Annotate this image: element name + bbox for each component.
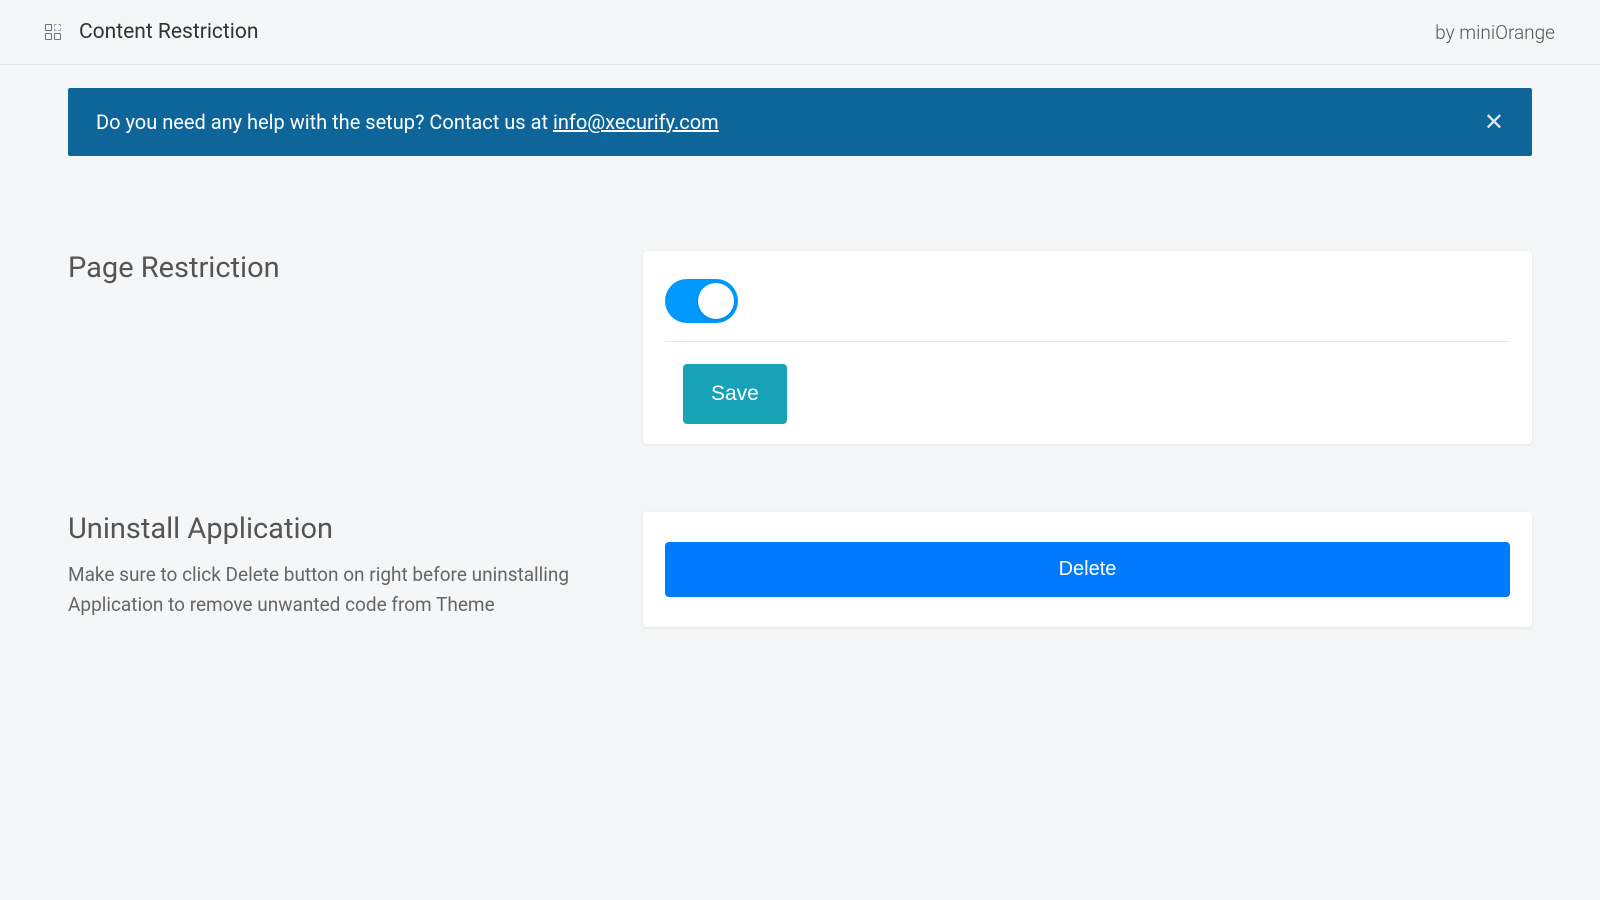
- help-banner: Do you need any help with the setup? Con…: [68, 88, 1532, 156]
- page-restriction-section: Page Restriction Save: [68, 251, 1532, 444]
- page-restriction-card: Save: [643, 251, 1532, 444]
- save-row: Save: [665, 342, 1510, 424]
- header-left: Content Restriction: [45, 20, 258, 44]
- uninstall-title: Uninstall Application: [68, 512, 603, 546]
- uninstall-description: Make sure to click Delete button on righ…: [68, 560, 603, 621]
- save-button[interactable]: Save: [683, 364, 787, 424]
- delete-button[interactable]: Delete: [665, 542, 1510, 597]
- uninstall-card: Delete: [643, 512, 1532, 627]
- help-banner-text: Do you need any help with the setup? Con…: [96, 110, 719, 134]
- page-restriction-title: Page Restriction: [68, 251, 603, 285]
- vendor-credit: by miniOrange: [1435, 21, 1555, 44]
- help-banner-prefix: Do you need any help with the setup? Con…: [96, 110, 553, 134]
- app-header: Content Restriction by miniOrange: [0, 0, 1600, 65]
- page-restriction-info: Page Restriction: [68, 251, 603, 444]
- close-icon[interactable]: ✕: [1484, 110, 1504, 134]
- app-title: Content Restriction: [79, 20, 258, 44]
- help-email-link[interactable]: info@xecurify.com: [553, 110, 719, 134]
- toggle-row: [665, 271, 1510, 342]
- toggle-knob: [698, 283, 734, 319]
- page-restriction-toggle[interactable]: [665, 279, 738, 323]
- uninstall-info: Uninstall Application Make sure to click…: [68, 512, 603, 627]
- apps-grid-icon[interactable]: [45, 24, 61, 40]
- uninstall-section: Uninstall Application Make sure to click…: [68, 512, 1532, 627]
